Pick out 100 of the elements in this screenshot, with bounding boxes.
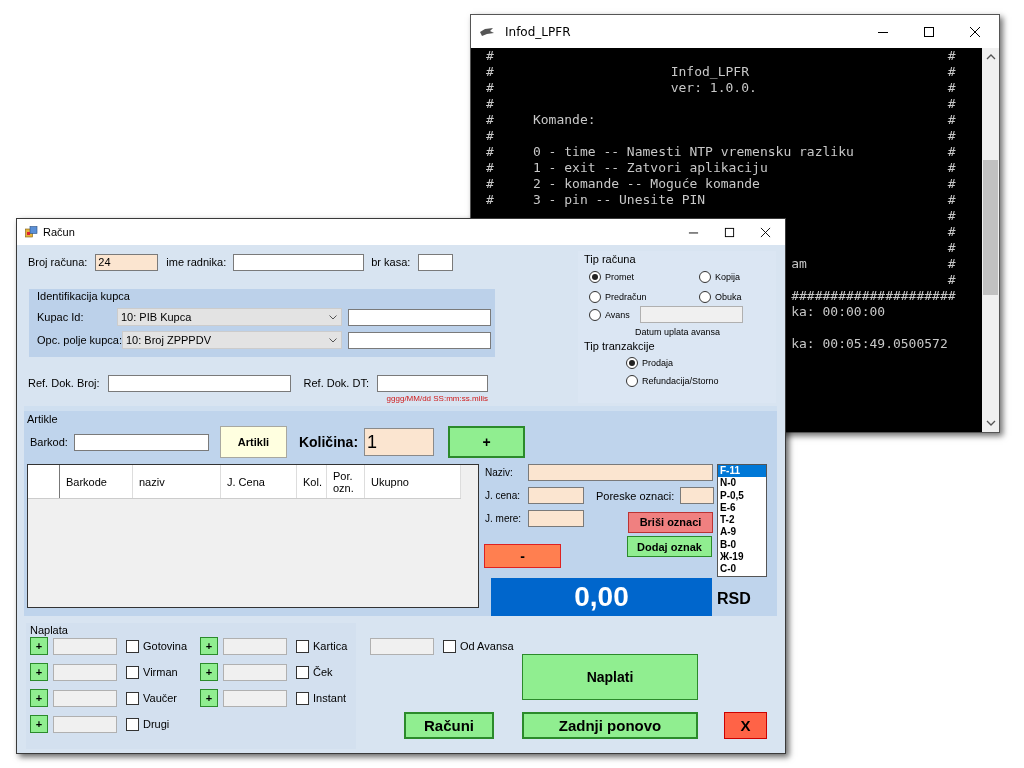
date-field[interactable] xyxy=(639,306,743,323)
console-text: Infod_LPFR xyxy=(670,64,749,79)
scroll-up-icon[interactable] xyxy=(985,54,996,60)
dropdown[interactable]: 10: PIB Kupca xyxy=(117,308,342,326)
column-header[interactable]: J. Cena xyxy=(221,465,297,498)
console-text: # xyxy=(486,96,494,111)
console-text: ##################### xyxy=(791,288,956,303)
group-title: Identifikacija kupca xyxy=(37,290,131,303)
radio-button[interactable]: Prodaja xyxy=(626,356,770,370)
amount-field[interactable] xyxy=(223,637,288,655)
add-tag-button[interactable]: Dodaj oznak xyxy=(627,536,712,557)
input-field[interactable] xyxy=(107,375,291,392)
checkbox[interactable]: Vaučer xyxy=(126,691,178,705)
amount-field[interactable] xyxy=(53,715,117,733)
add-button[interactable]: + xyxy=(30,663,48,681)
add-button[interactable]: + xyxy=(448,426,526,458)
tax-field[interactable] xyxy=(680,487,715,504)
console-text: # xyxy=(486,144,494,159)
add-button[interactable]: + xyxy=(200,663,219,681)
pay-button[interactable]: Naplati xyxy=(522,654,698,700)
column-header[interactable]: Barkode xyxy=(60,465,133,498)
input-field[interactable] xyxy=(233,253,365,271)
currency-label: RSD xyxy=(717,590,751,608)
list-item[interactable]: Ж-19 xyxy=(718,551,766,564)
console-text: # xyxy=(947,48,956,63)
close-button[interactable]: X xyxy=(724,712,767,739)
maximize-icon[interactable] xyxy=(923,25,935,38)
close-icon[interactable] xyxy=(760,226,771,238)
dropdown[interactable]: 10: Broj ZPPPDV xyxy=(122,331,342,349)
input-field[interactable] xyxy=(348,308,491,326)
console-text: # xyxy=(947,192,956,207)
checkbox[interactable]: Ček xyxy=(296,665,333,679)
quantity-field[interactable]: 1 xyxy=(364,428,435,456)
list-item[interactable]: C-0 xyxy=(718,563,766,576)
add-button[interactable]: + xyxy=(30,715,48,733)
list-item[interactable]: P-0,5 xyxy=(718,489,766,502)
amount-field[interactable] xyxy=(53,637,117,655)
amount-field[interactable] xyxy=(53,663,117,681)
column-header[interactable]: Kol. xyxy=(297,465,327,498)
close-icon[interactable] xyxy=(969,25,981,38)
checkbox[interactable]: Drugi xyxy=(126,717,170,731)
list-item[interactable]: N-0 xyxy=(718,477,766,490)
invoices-button[interactable]: Računi xyxy=(404,712,494,739)
add-button[interactable]: + xyxy=(200,689,219,707)
list-item[interactable]: F-11 xyxy=(718,465,766,478)
checkbox[interactable]: Instant xyxy=(296,691,347,705)
checkbox[interactable]: Virman xyxy=(126,665,178,679)
list-item[interactable]: T-2 xyxy=(718,514,766,527)
add-button[interactable]: + xyxy=(30,637,48,655)
scroll-down-icon[interactable] xyxy=(985,420,996,426)
barcode-field[interactable] xyxy=(73,433,209,451)
column-header[interactable]: Por. ozn. xyxy=(327,465,365,498)
console-text: # xyxy=(947,80,956,95)
input-field[interactable]: 24 xyxy=(95,253,159,271)
radio-button[interactable]: Promet xyxy=(589,270,699,284)
input-field[interactable] xyxy=(348,331,491,349)
input-field[interactable] xyxy=(418,253,454,271)
scrollbar[interactable] xyxy=(982,48,999,432)
delete-tags-button[interactable]: Briši oznaci xyxy=(628,511,713,533)
console-text: # xyxy=(947,64,956,79)
checkbox[interactable]: Gotovina xyxy=(126,639,188,653)
add-button[interactable]: + xyxy=(30,689,48,707)
console-text: # xyxy=(947,224,956,239)
unit-field[interactable] xyxy=(528,510,584,527)
radio-button[interactable]: Refundacija/Storno xyxy=(626,374,770,388)
amount-field[interactable] xyxy=(370,637,434,655)
add-button[interactable]: + xyxy=(200,637,219,655)
input-field[interactable] xyxy=(376,375,488,392)
radio-button[interactable]: Obuka xyxy=(699,290,779,304)
console-text: # xyxy=(947,160,956,175)
amount-field[interactable] xyxy=(223,689,288,707)
name-field[interactable] xyxy=(528,464,713,481)
console-text: # xyxy=(947,176,956,191)
checkbox[interactable]: Kartica xyxy=(296,639,348,653)
list-item[interactable]: A-9 xyxy=(718,526,766,539)
field-label: Poreske oznaci: xyxy=(596,489,675,502)
console-text: ka: 00:00:00 xyxy=(791,304,886,319)
console-text: # xyxy=(947,272,956,287)
radio-button[interactable]: Avans xyxy=(589,307,630,322)
checkbox[interactable]: Od Avansa xyxy=(443,639,514,653)
group-title: Tip tranzakcije xyxy=(584,340,656,353)
price-field[interactable] xyxy=(528,487,584,504)
column-header[interactable]: naziv xyxy=(133,465,221,498)
remove-button[interactable]: - xyxy=(484,544,561,568)
list-item[interactable]: E-6 xyxy=(718,501,766,515)
amount-field[interactable] xyxy=(53,689,117,707)
amount-field[interactable] xyxy=(223,663,288,681)
maximize-icon[interactable] xyxy=(724,226,735,238)
console-text: am xyxy=(791,256,807,271)
list-item[interactable]: B-0 xyxy=(718,538,766,552)
field-label: Kupac Id: xyxy=(37,311,85,323)
console-text: 2 - komande -- Moguće komande xyxy=(532,176,760,191)
console-text: # xyxy=(486,192,494,207)
scrollbar-thumb[interactable] xyxy=(983,160,998,295)
caret-icon xyxy=(329,337,337,343)
radio-button[interactable]: Predračun xyxy=(589,290,699,304)
column-header[interactable]: Ukupno xyxy=(365,465,461,498)
articles-button[interactable]: Artikli xyxy=(219,426,287,458)
reprint-button[interactable]: Zadnji ponovo xyxy=(522,712,698,739)
radio-button[interactable]: Kopija xyxy=(699,270,779,284)
